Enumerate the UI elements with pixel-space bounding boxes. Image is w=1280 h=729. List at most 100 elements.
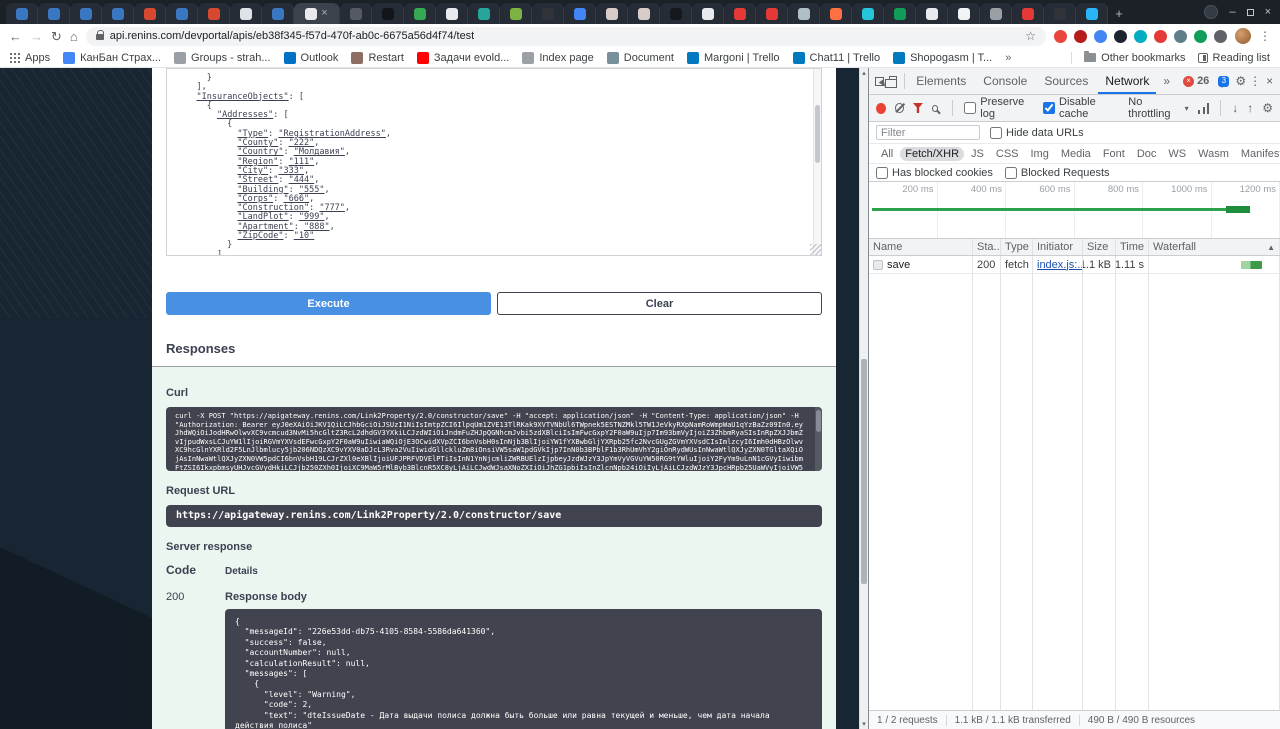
address-bar[interactable]: api.renins.com/devportal/apis/eb38f345-f…	[85, 26, 1046, 46]
browser-tab[interactable]	[884, 3, 916, 24]
browser-tab[interactable]	[692, 3, 724, 24]
column-type[interactable]: Type	[1001, 239, 1033, 255]
type-filter-font[interactable]: Font	[1098, 147, 1130, 161]
editor-scrollbar[interactable]	[813, 69, 821, 255]
browser-menu-icon[interactable]: ⋮	[1259, 30, 1271, 42]
browser-tab[interactable]	[198, 3, 230, 24]
browser-tab[interactable]	[596, 3, 628, 24]
window-maximize-button[interactable]	[1246, 8, 1254, 16]
extension-icon[interactable]	[1054, 29, 1067, 43]
bookmark-item[interactable]: Chat11 | Trello	[792, 51, 880, 64]
bookmark-item[interactable]: Restart	[351, 51, 404, 64]
extension-icon[interactable]	[1214, 29, 1227, 43]
curl-scrollbar-thumb[interactable]	[816, 410, 821, 432]
column-initiator[interactable]: Initiator	[1033, 239, 1083, 255]
browser-tab[interactable]	[628, 3, 660, 24]
other-bookmarks[interactable]: Other bookmarks	[1084, 51, 1186, 64]
forward-button[interactable]: →	[30, 30, 43, 43]
preserve-log-checkbox[interactable]: Preserve log	[964, 96, 1034, 120]
import-har-icon[interactable]: ↓	[1232, 101, 1238, 115]
execute-button[interactable]: Execute	[166, 292, 491, 315]
page-scrollbar-thumb[interactable]	[861, 358, 867, 584]
response-body-block[interactable]: { "messageId": "226e53dd-db75-4105-8584-…	[225, 609, 822, 729]
curl-scrollbar[interactable]	[815, 407, 822, 471]
browser-tab[interactable]	[340, 3, 372, 24]
bookmark-item[interactable]: КанБан Страх...	[63, 51, 161, 64]
browser-tab[interactable]	[660, 3, 692, 24]
extension-icon[interactable]	[1094, 29, 1107, 43]
extension-icon[interactable]	[1114, 29, 1127, 43]
column-size[interactable]: Size	[1083, 239, 1116, 255]
home-button[interactable]: ⌂	[70, 30, 78, 43]
browser-tab[interactable]	[166, 3, 198, 24]
clear-network-log-icon[interactable]	[894, 103, 905, 113]
browser-tab[interactable]	[948, 3, 980, 24]
browser-tab[interactable]	[134, 3, 166, 24]
reading-list[interactable]: Reading list	[1197, 52, 1270, 64]
browser-tab[interactable]	[230, 3, 262, 24]
extension-icon[interactable]	[1134, 29, 1147, 43]
bookmark-item[interactable]: Задачи evold...	[416, 51, 509, 64]
bookmarks-overflow-chevron[interactable]: »	[1005, 52, 1011, 64]
browser-tab[interactable]	[404, 3, 436, 24]
bookmark-item[interactable]: Document	[606, 51, 674, 64]
browser-tab[interactable]	[820, 3, 852, 24]
browser-tab[interactable]	[6, 3, 38, 24]
browser-profile-dot[interactable]	[1204, 5, 1219, 19]
extension-icon[interactable]	[1174, 29, 1187, 43]
browser-tab[interactable]	[980, 3, 1012, 24]
browser-tab[interactable]	[262, 3, 294, 24]
column-time[interactable]: Time	[1116, 239, 1149, 255]
window-close-button[interactable]: ×	[1265, 6, 1271, 18]
network-conditions-icon[interactable]	[1197, 102, 1210, 114]
throttling-select[interactable]: No throttling ▾	[1128, 96, 1188, 120]
network-overview-timeline[interactable]: 200 ms 400 ms 600 ms 800 ms 1000 ms 1200…	[869, 182, 1280, 239]
browser-tab[interactable]	[916, 3, 948, 24]
tab-close-icon[interactable]: ×	[321, 8, 327, 19]
column-waterfall[interactable]: Waterfall ▲	[1149, 239, 1280, 255]
editor-resize-handle[interactable]	[810, 244, 821, 255]
extension-icon[interactable]	[1194, 29, 1207, 43]
disable-cache-input[interactable]	[1043, 102, 1055, 114]
devtools-tab-console[interactable]: Console	[976, 68, 1034, 94]
type-filter-img[interactable]: Img	[1026, 147, 1054, 161]
bookmark-star-icon[interactable]: ☆	[1025, 29, 1036, 43]
browser-tab[interactable]	[1076, 3, 1108, 24]
type-filter-media[interactable]: Media	[1056, 147, 1096, 161]
page-scrollbar[interactable]: ▴ ▾	[859, 68, 868, 729]
console-error-badge[interactable]: × 26	[1180, 75, 1212, 87]
editor-scrollbar-thumb[interactable]	[815, 105, 820, 163]
request-body-editor[interactable]: } ], "InsuranceObjects": [ { "Addresses"…	[166, 68, 822, 256]
hide-data-urls-input[interactable]	[990, 126, 1002, 139]
search-icon[interactable]	[931, 104, 939, 112]
browser-tab[interactable]	[38, 3, 70, 24]
browser-tab[interactable]	[788, 3, 820, 24]
blocked-requests-input[interactable]	[1004, 166, 1017, 179]
bookmark-item[interactable]: Groups - strah...	[174, 51, 271, 64]
type-filter-all[interactable]: All	[876, 147, 898, 161]
network-request-row[interactable]: save 200 fetch index.js:... 1.1 kB 1.11 …	[869, 256, 1280, 274]
browser-tab[interactable]: ×	[294, 3, 340, 24]
profile-avatar[interactable]	[1235, 28, 1251, 44]
blocked-requests-checkbox[interactable]: Blocked Requests	[1004, 166, 1110, 179]
devtools-kebab-menu-icon[interactable]: ⋮	[1249, 68, 1261, 94]
extension-icon[interactable]	[1074, 29, 1087, 43]
column-name[interactable]: Name	[869, 239, 973, 255]
devtools-close-icon[interactable]: ×	[1264, 68, 1275, 94]
export-har-icon[interactable]: ↑	[1247, 101, 1253, 115]
browser-tab[interactable]	[564, 3, 596, 24]
new-tab-button[interactable]: +	[1108, 3, 1130, 24]
extension-icon[interactable]	[1154, 29, 1167, 43]
scrollbar-up-icon[interactable]: ▴	[860, 69, 868, 77]
issues-badge[interactable]: 3	[1215, 75, 1232, 88]
type-filter-manifest[interactable]: Manifest	[1236, 147, 1280, 161]
browser-tab[interactable]	[436, 3, 468, 24]
browser-tab[interactable]	[372, 3, 404, 24]
devtools-tab-sources[interactable]: Sources	[1037, 68, 1095, 94]
type-filter-fetchxhr[interactable]: Fetch/XHR	[900, 146, 965, 161]
devtools-tab-network[interactable]: Network	[1098, 68, 1156, 94]
hide-data-urls-checkbox[interactable]: Hide data URLs	[990, 126, 1084, 139]
type-filter-css[interactable]: CSS	[991, 147, 1024, 161]
browser-tab[interactable]	[852, 3, 884, 24]
devtools-more-tabs[interactable]: »	[1159, 68, 1174, 94]
